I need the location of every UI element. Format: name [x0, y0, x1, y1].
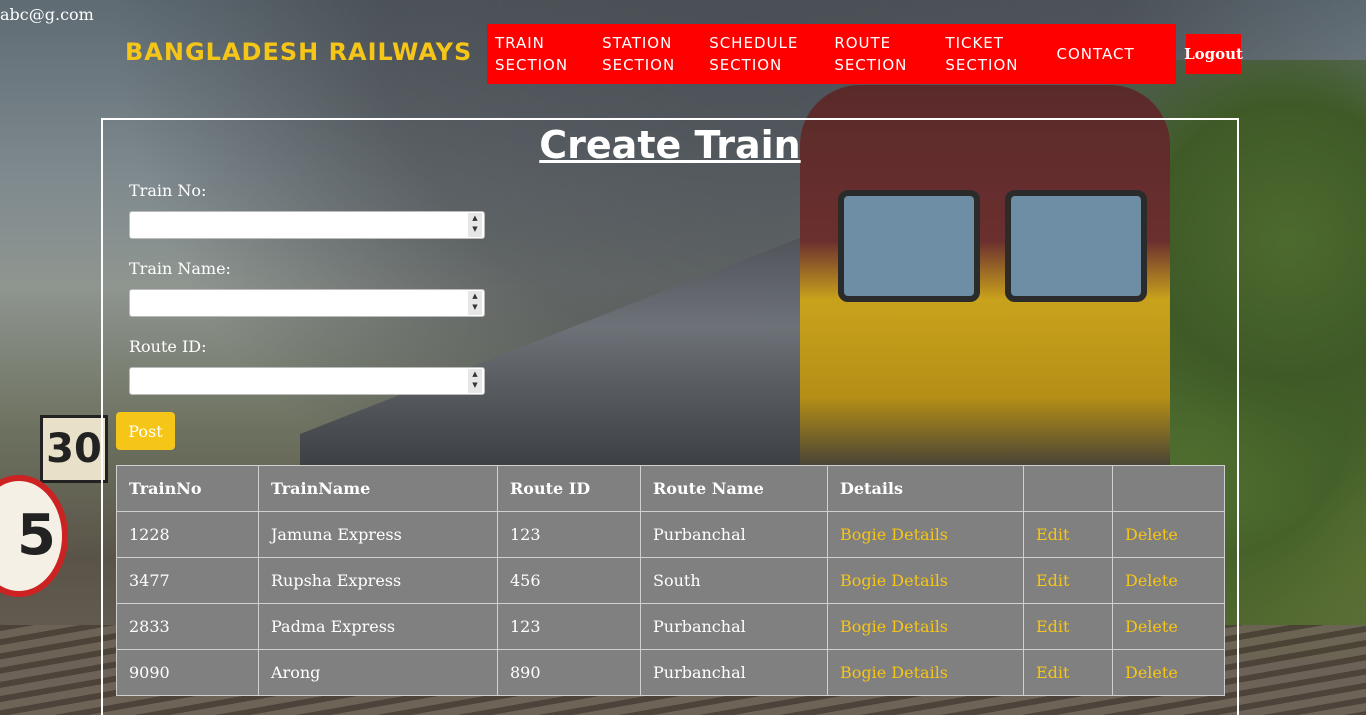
- edit-link[interactable]: Edit: [1023, 557, 1113, 604]
- cell-train-name: Arong: [258, 649, 498, 696]
- speed-sign-30: 30: [40, 415, 108, 483]
- cell-train-no: 9090: [116, 649, 259, 696]
- nav-train-label-1: TRAIN: [495, 34, 545, 52]
- bogie-details-link[interactable]: Bogie Details: [827, 603, 1024, 650]
- col-details: Details: [827, 465, 1024, 512]
- cell-route-id: 456: [497, 557, 641, 604]
- cell-route-name: Purbanchal: [640, 603, 828, 650]
- table-row: 2833 Padma Express 123 Purbanchal Bogie …: [116, 603, 1225, 650]
- user-email: abc@g.com: [0, 5, 94, 24]
- col-train-name: TrainName: [258, 465, 498, 512]
- nav-route-label-1: ROUTE: [834, 34, 892, 52]
- nav-ticket-section[interactable]: TICKET SECTION: [945, 32, 1018, 76]
- cell-train-no: 2833: [116, 603, 259, 650]
- bogie-details-link[interactable]: Bogie Details: [827, 511, 1024, 558]
- page-title: Create Train: [539, 123, 801, 167]
- route-id-spinner-icon[interactable]: ▲ ▼: [468, 369, 482, 393]
- train-no-input[interactable]: ▲ ▼: [129, 211, 485, 239]
- train-table: TrainNo TrainName Route ID Route Name De…: [116, 465, 1225, 696]
- cell-route-name: Purbanchal: [640, 511, 828, 558]
- nav-train-section[interactable]: TRAIN SECTION: [495, 32, 568, 76]
- route-id-label: Route ID:: [129, 337, 207, 356]
- cell-train-name: Rupsha Express: [258, 557, 498, 604]
- delete-link[interactable]: Delete: [1112, 557, 1225, 604]
- brand-title[interactable]: BANGLADESH RAILWAYS: [125, 38, 472, 66]
- nav-route-section[interactable]: ROUTE SECTION: [834, 32, 907, 76]
- col-train-no: TrainNo: [116, 465, 259, 512]
- nav-route-label-2: SECTION: [834, 56, 908, 74]
- cell-train-name: Padma Express: [258, 603, 498, 650]
- nav-ticket-label-2: SECTION: [945, 56, 1019, 74]
- nav-contact-label: CONTACT: [1056, 45, 1135, 63]
- table-header-row: TrainNo TrainName Route ID Route Name De…: [116, 465, 1225, 512]
- train-no-spinner-icon[interactable]: ▲ ▼: [468, 213, 482, 237]
- delete-link[interactable]: Delete: [1112, 511, 1225, 558]
- col-edit: [1023, 465, 1113, 512]
- col-route-id: Route ID: [497, 465, 641, 512]
- edit-link[interactable]: Edit: [1023, 511, 1113, 558]
- cell-train-name: Jamuna Express: [258, 511, 498, 558]
- cell-route-id: 123: [497, 511, 641, 558]
- nav-station-label-1: STATION: [602, 34, 673, 52]
- edit-link[interactable]: Edit: [1023, 603, 1113, 650]
- cell-train-no: 3477: [116, 557, 259, 604]
- nav-station-label-2: SECTION: [602, 56, 676, 74]
- main-nav: TRAIN SECTION STATION SECTION SCHEDULE S…: [487, 24, 1176, 84]
- nav-schedule-section[interactable]: SCHEDULE SECTION: [709, 32, 798, 76]
- cell-train-no: 1228: [116, 511, 259, 558]
- train-name-label: Train Name:: [129, 259, 231, 278]
- table-row: 9090 Arong 890 Purbanchal Bogie Details …: [116, 649, 1225, 696]
- edit-link[interactable]: Edit: [1023, 649, 1113, 696]
- nav-schedule-label-2: SECTION: [709, 56, 783, 74]
- cell-route-id: 890: [497, 649, 641, 696]
- logout-button[interactable]: Logout: [1184, 34, 1243, 74]
- col-route-name: Route Name: [640, 465, 828, 512]
- bogie-details-link[interactable]: Bogie Details: [827, 649, 1024, 696]
- nav-schedule-label-1: SCHEDULE: [709, 34, 799, 52]
- bogie-details-link[interactable]: Bogie Details: [827, 557, 1024, 604]
- speed-sign-5: 5: [0, 475, 68, 597]
- cell-route-name: Purbanchal: [640, 649, 828, 696]
- nav-station-section[interactable]: STATION SECTION: [602, 32, 675, 76]
- train-name-spinner-icon[interactable]: ▲ ▼: [468, 291, 482, 315]
- cell-route-name: South: [640, 557, 828, 604]
- route-id-input[interactable]: ▲ ▼: [129, 367, 485, 395]
- cell-route-id: 123: [497, 603, 641, 650]
- table-row: 1228 Jamuna Express 123 Purbanchal Bogie…: [116, 511, 1225, 558]
- nav-contact[interactable]: CONTACT: [1057, 43, 1135, 65]
- delete-link[interactable]: Delete: [1112, 603, 1225, 650]
- nav-train-label-2: SECTION: [495, 56, 569, 74]
- col-delete: [1112, 465, 1225, 512]
- train-no-label: Train No:: [129, 181, 207, 200]
- nav-ticket-label-1: TICKET: [945, 34, 1004, 52]
- delete-link[interactable]: Delete: [1112, 649, 1225, 696]
- train-name-input[interactable]: ▲ ▼: [129, 289, 485, 317]
- create-train-panel: Create Train Train No: ▲ ▼ Train Name: ▲ ▼…: [101, 118, 1239, 715]
- table-row: 3477 Rupsha Express 456 South Bogie Deta…: [116, 557, 1225, 604]
- post-button[interactable]: Post: [116, 412, 175, 450]
